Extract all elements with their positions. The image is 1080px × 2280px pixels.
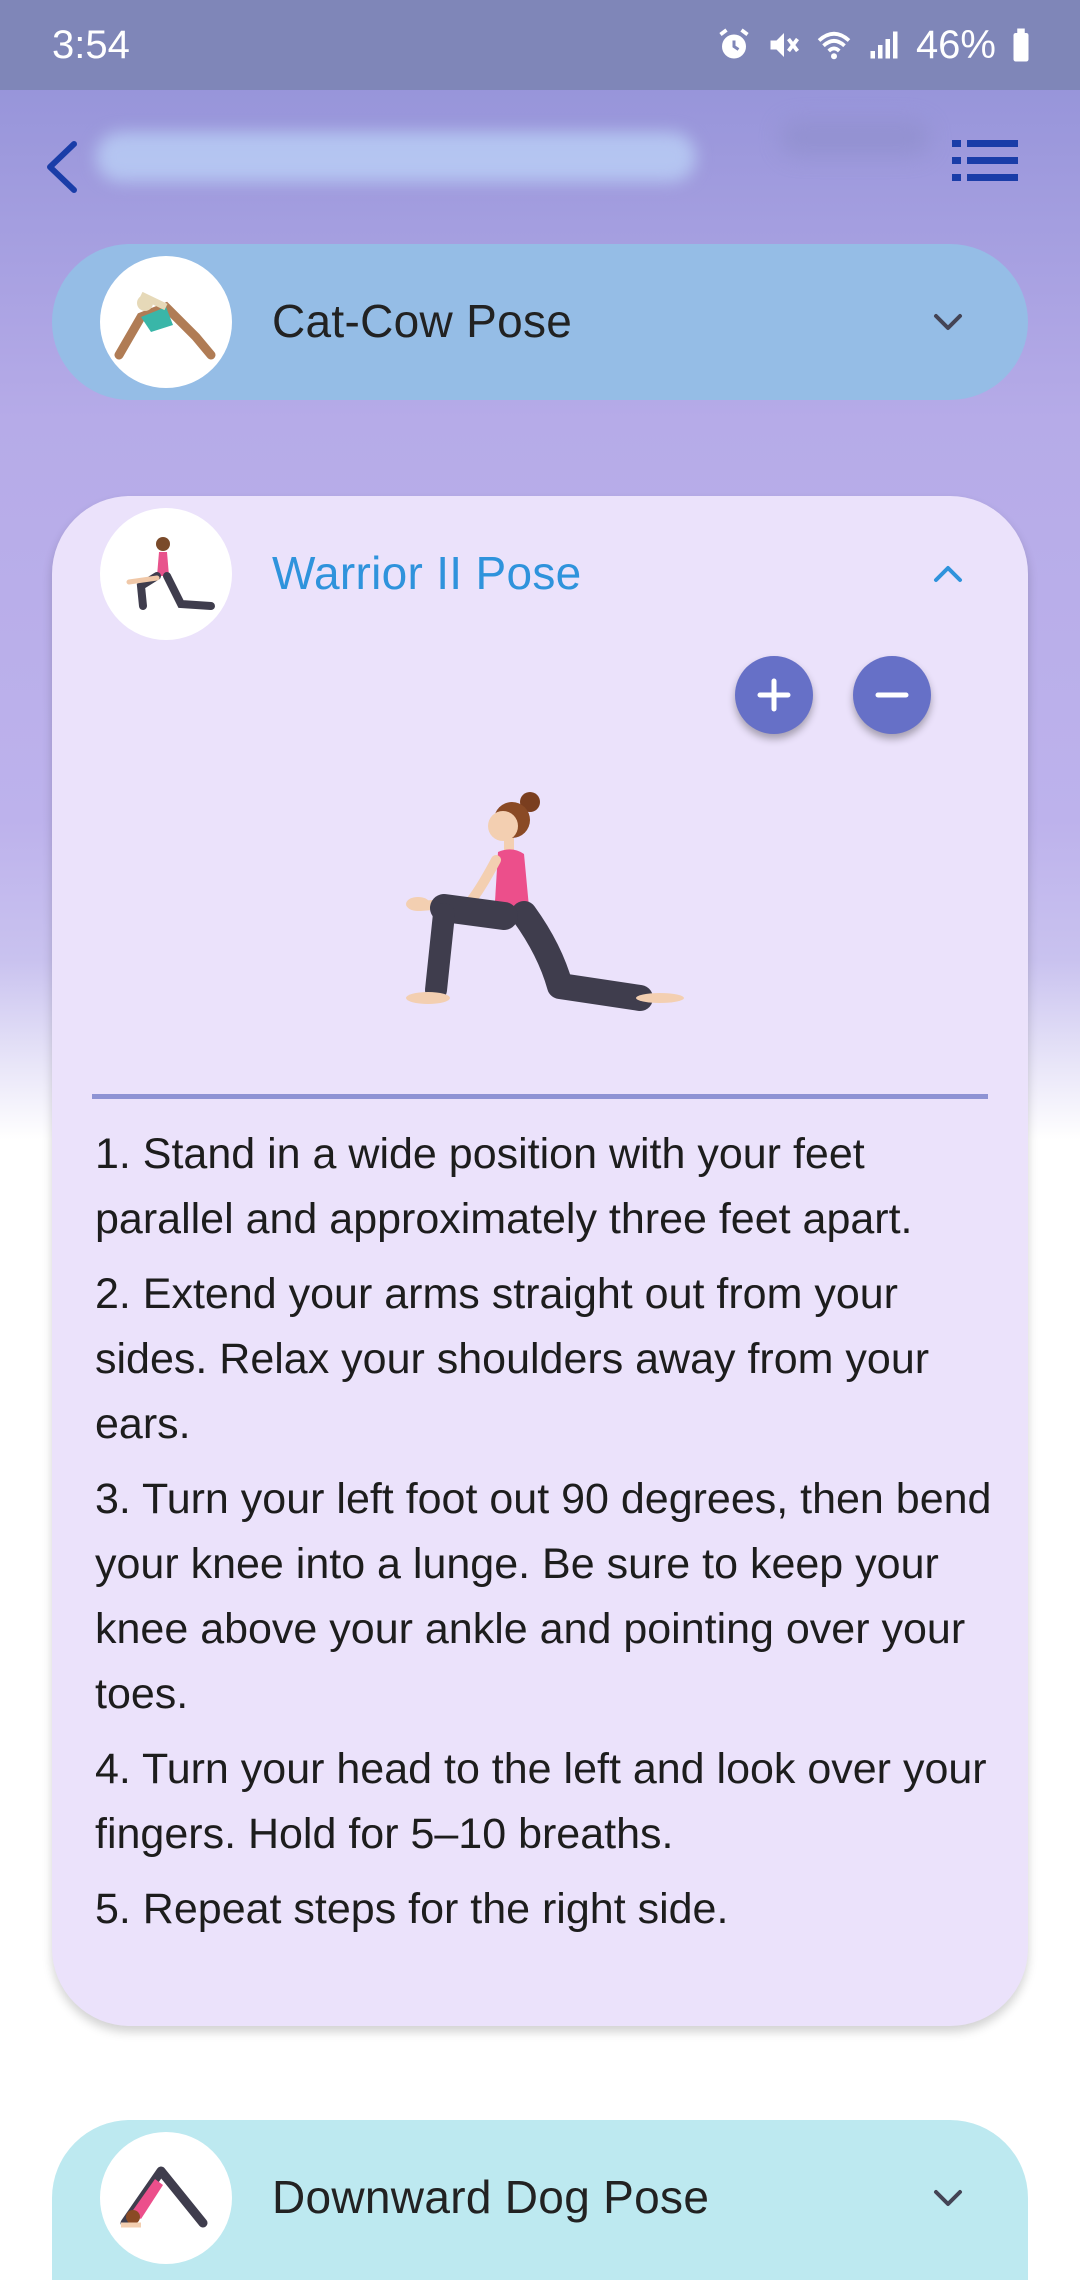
pose-title: Downward Dog Pose: [272, 2171, 710, 2223]
status-time: 3:54: [52, 22, 130, 67]
step-text: 5. Repeat steps for the right side.: [95, 1885, 729, 1933]
top-bar: [0, 90, 1080, 240]
status-bar: 3:54 46%: [0, 0, 1080, 90]
pose-card-cat-cow[interactable]: Cat-Cow Pose: [52, 244, 1028, 400]
pose-card-header[interactable]: Warrior II Pose: [52, 496, 1028, 652]
mute-icon: [770, 33, 799, 57]
step-text: 3. Turn your left foot out 90 degrees, t…: [95, 1475, 992, 1718]
pose-thumbnail: [100, 508, 232, 640]
zoom-out-button[interactable]: [853, 656, 931, 734]
minus-icon: [875, 692, 909, 698]
back-button[interactable]: [34, 132, 94, 202]
chevron-up-icon[interactable]: [928, 554, 968, 594]
warrior-figure-icon: [126, 537, 215, 610]
pose-illustration: [406, 792, 684, 1011]
wifi-icon: [817, 31, 851, 60]
pose-card-header[interactable]: Cat-Cow Pose: [52, 244, 1028, 400]
pose-thumbnail: [100, 2132, 232, 2264]
step-text: 1. Stand in a wide position with your fe…: [95, 1130, 913, 1243]
pose-title: Warrior II Pose: [272, 547, 582, 599]
instruction-steps: 1. Stand in a wide position with your fe…: [95, 1122, 995, 1952]
page-title-blurred: [96, 132, 696, 182]
battery-icon: [1013, 28, 1029, 62]
battery-percent: 46%: [915, 22, 996, 67]
alarm-icon: [719, 28, 749, 59]
plus-icon: [757, 678, 791, 712]
section-divider: [92, 1094, 988, 1099]
zoom-in-button[interactable]: [735, 656, 813, 734]
pose-card-header[interactable]: Downward Dog Pose: [52, 2120, 1028, 2276]
list-icon[interactable]: [950, 138, 1020, 184]
chevron-down-icon[interactable]: [928, 2178, 968, 2218]
step-text: 2. Extend your arms straight out from yo…: [95, 1270, 930, 1448]
chevron-down-icon[interactable]: [928, 302, 968, 342]
signal-icon: [870, 31, 898, 59]
cat-cow-figure-icon: [114, 291, 216, 360]
pose-thumbnail: [100, 256, 232, 388]
pose-card-downward-dog[interactable]: Downward Dog Pose: [52, 2120, 1028, 2280]
status-icons: 46%: [716, 23, 1032, 68]
step-text: 4. Turn your head to the left and look o…: [95, 1745, 987, 1858]
header-blurred-text: [780, 120, 930, 156]
downward-dog-figure-icon: [120, 2166, 208, 2228]
pose-title: Cat-Cow Pose: [272, 295, 573, 347]
